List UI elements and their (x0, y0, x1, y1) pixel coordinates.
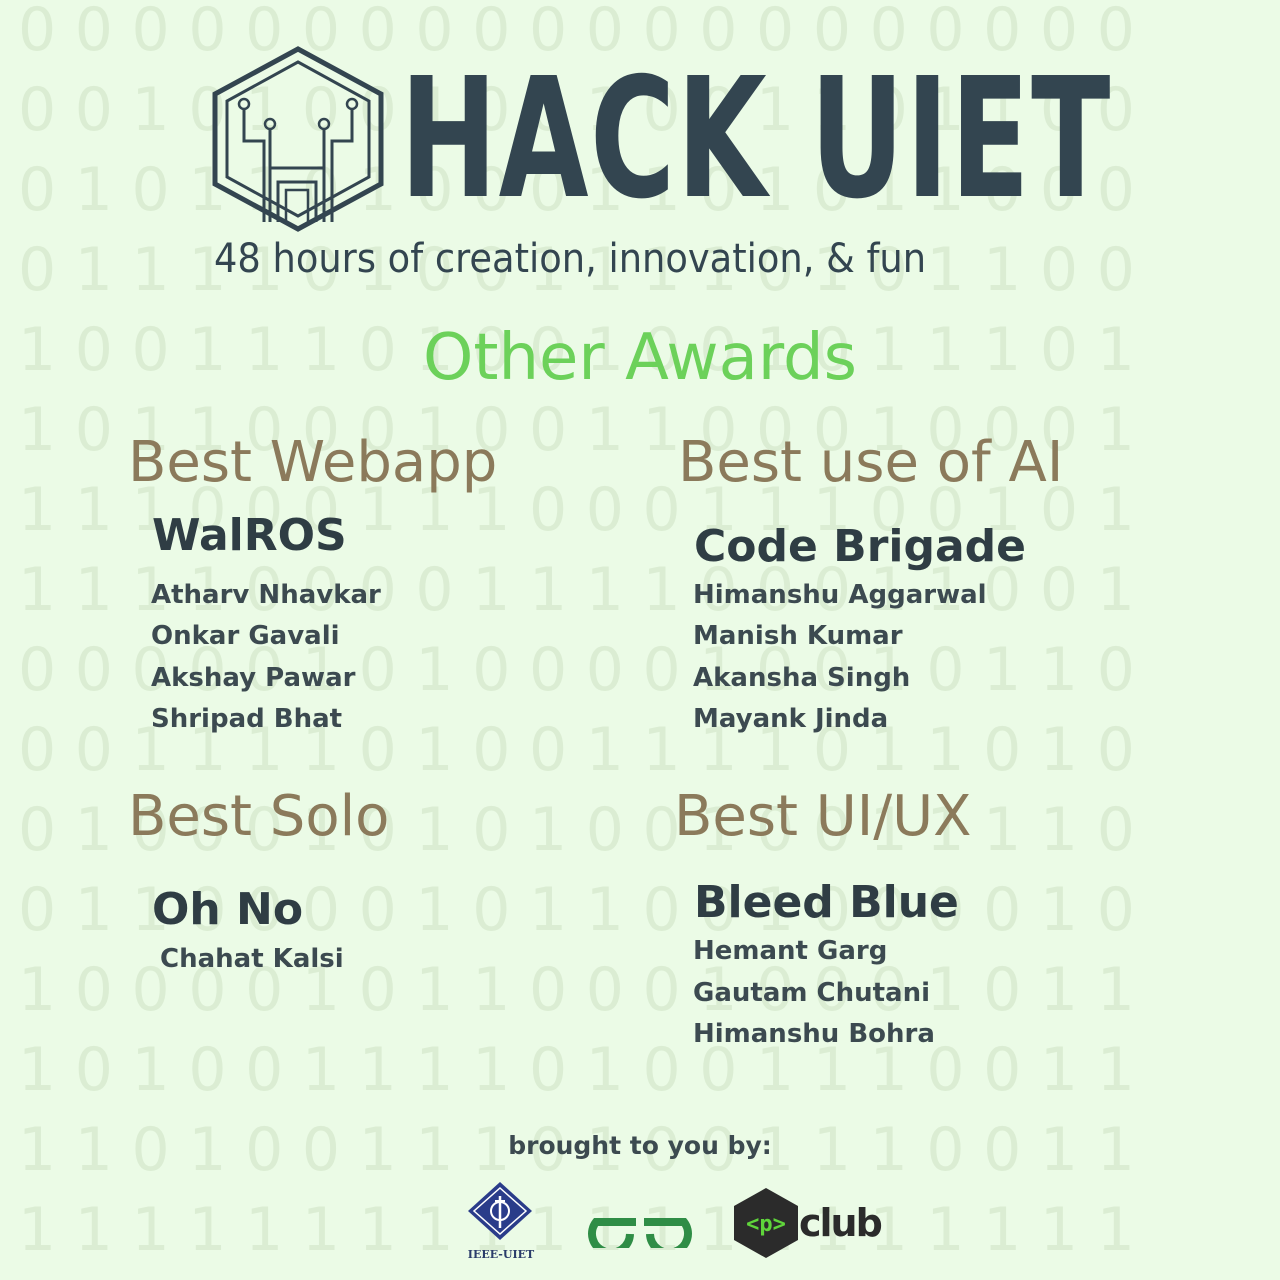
page-heading: Other Awards (423, 321, 857, 395)
team-member: Onkar Gavali (151, 621, 340, 651)
team-member: Hemant Garg (693, 936, 888, 966)
sponsor-name: IEEE-UIET (467, 1248, 535, 1261)
team-member: Himanshu Aggarwal (693, 580, 987, 610)
team-member: Akansha Singh (693, 663, 911, 693)
event-title: HACK UIET (400, 43, 1112, 236)
hexagon-circuit-h-icon (212, 46, 384, 232)
club-wordmark: club (799, 1201, 883, 1245)
team-member: Mayank Jinda (693, 704, 889, 734)
club-badge-text: <p> (746, 1212, 786, 1237)
programming-club-hexagon-icon: <p> (734, 1188, 798, 1258)
award-title: Best UI/UX (674, 784, 972, 849)
award-title: Best Webapp (128, 430, 498, 495)
team-member: Chahat Kalsi (160, 944, 344, 974)
team-member: Atharv Nhavkar (151, 580, 381, 610)
poster: 00000000000000000000 00101001001001101100… (0, 0, 1280, 1280)
gfg-logo-icon (588, 1218, 692, 1248)
credit-line: brought to you by: (508, 1131, 772, 1160)
team-name: Code Brigade (694, 521, 1027, 572)
team-name: Bleed Blue (694, 877, 959, 928)
award-title: Best use of AI (678, 430, 1064, 495)
award-title: Best Solo (128, 784, 390, 849)
binary-row: 10100111101001110011 (18, 1035, 1154, 1105)
team-member: Manish Kumar (693, 621, 903, 651)
event-tagline: 48 hours of creation, innovation, & fun (214, 236, 927, 282)
team-name: Oh No (152, 884, 304, 935)
team-member: Gautam Chutani (693, 978, 931, 1008)
ieee-diamond-icon (468, 1182, 532, 1240)
team-member: Akshay Pawar (151, 663, 356, 693)
team-name: WalROS (152, 510, 347, 561)
team-member: Himanshu Bohra (693, 1019, 935, 1049)
team-member: Shripad Bhat (151, 704, 343, 734)
